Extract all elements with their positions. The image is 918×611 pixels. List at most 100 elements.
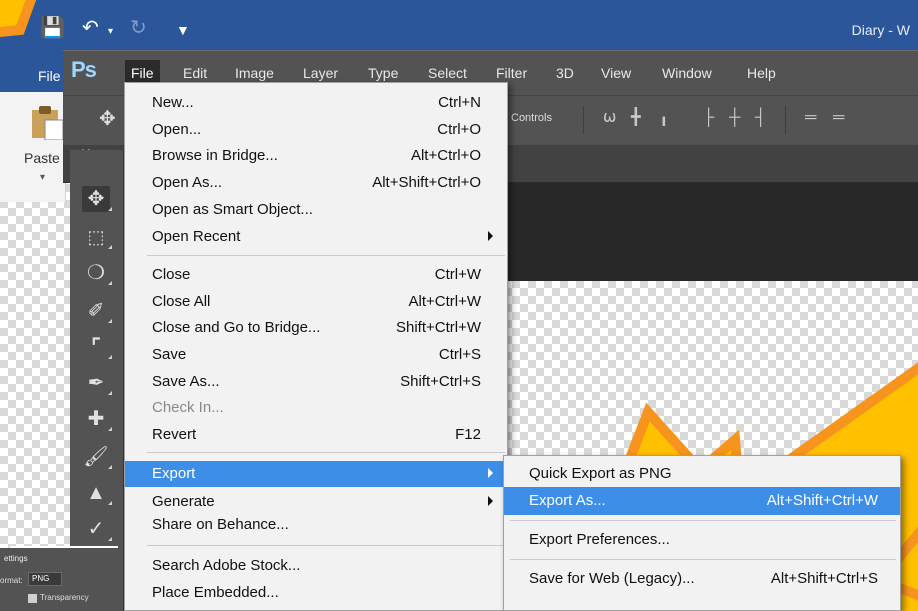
divider xyxy=(785,106,786,134)
menu-item-open[interactable]: Open... Ctrl+O xyxy=(125,117,507,143)
transparency-checkbox[interactable] xyxy=(28,594,37,603)
distribute-center-icon[interactable]: ═ xyxy=(833,110,844,126)
menu-item-search-adobe-stock[interactable]: Search Adobe Stock... xyxy=(125,553,507,579)
divider xyxy=(583,106,584,134)
tools-panel: ✥ ⬚ ❍ ✐ ⌜ ✒ ✚ 🖌 ▲ ✓ xyxy=(70,150,124,611)
menu-item-label: Check In... xyxy=(152,399,224,416)
menu-item-label: Save As... xyxy=(152,373,220,390)
menu-item-open-recent[interactable]: Open Recent xyxy=(125,224,507,250)
file-menu-dropdown: New... Ctrl+N Open... Ctrl+O Browse in B… xyxy=(124,82,508,611)
menu-item-shortcut: Ctrl+N xyxy=(438,94,481,111)
brush-tool-icon[interactable]: 🖌 xyxy=(82,444,112,470)
align-horizontal-center-icon[interactable]: ┼ xyxy=(729,110,740,126)
menu-3d[interactable]: 3D xyxy=(556,65,574,81)
menu-filter[interactable]: Filter xyxy=(496,65,527,81)
menu-item-label: Open... xyxy=(152,121,202,138)
menu-item-label: New... xyxy=(152,94,194,111)
menu-item-quick-export-as-png[interactable]: Quick Export as PNG xyxy=(504,460,900,488)
menu-item-close-and-go-to-bridge[interactable]: Close and Go to Bridge... Shift+Ctrl+W xyxy=(125,315,507,341)
menu-separator xyxy=(147,452,505,453)
menu-item-label: Export As... xyxy=(529,492,606,509)
show-transform-controls-label[interactable]: Controls xyxy=(511,112,552,124)
menu-item-label: Quick Export as PNG xyxy=(529,465,672,482)
menu-item-label: Export Preferences... xyxy=(529,531,670,548)
menu-item-shortcut: F12 xyxy=(455,426,481,443)
align-right-icon[interactable]: ┤ xyxy=(755,110,766,126)
clone-stamp-tool-icon[interactable]: ▲ xyxy=(82,480,112,506)
menu-item-label: Open as Smart Object... xyxy=(152,201,313,218)
menu-view[interactable]: View xyxy=(601,65,631,81)
menu-edit[interactable]: Edit xyxy=(183,65,207,81)
menu-item-save-as[interactable]: Save As... Shift+Ctrl+S xyxy=(125,369,507,395)
menu-item-open-as[interactable]: Open As... Alt+Shift+Ctrl+O xyxy=(125,170,507,196)
menu-item-new[interactable]: New... Ctrl+N xyxy=(125,90,507,116)
menu-item-close[interactable]: Close Ctrl+W xyxy=(125,262,507,288)
menu-item-revert[interactable]: Revert F12 xyxy=(125,422,507,448)
menu-item-browse-in-bridge[interactable]: Browse in Bridge... Alt+Ctrl+O xyxy=(125,143,507,169)
menu-item-export[interactable]: Export xyxy=(125,461,507,487)
menu-window[interactable]: Window xyxy=(662,65,712,81)
menu-item-share-on-behance[interactable]: Share on Behance... xyxy=(125,512,507,538)
submenu-arrow-icon xyxy=(488,231,493,241)
menu-item-label: Generate xyxy=(152,493,215,510)
menu-item-label: Open Recent xyxy=(152,228,241,245)
menu-item-place-embedded[interactable]: Place Embedded... xyxy=(125,580,507,606)
menu-item-export-preferences[interactable]: Export Preferences... xyxy=(504,526,900,554)
menu-item-label: Share on Behance... xyxy=(152,516,289,533)
format-label: ormat: xyxy=(0,576,23,585)
menu-layer[interactable]: Layer xyxy=(303,65,338,81)
menu-separator xyxy=(147,255,505,256)
menu-item-shortcut: Ctrl+S xyxy=(438,346,481,363)
menu-item-shortcut: Shift+Ctrl+S xyxy=(400,373,481,390)
menu-item-open-as-smart-object[interactable]: Open as Smart Object... xyxy=(125,197,507,223)
menu-item-save-for-web-legacy[interactable]: Save for Web (Legacy)... Alt+Shift+Ctrl+… xyxy=(504,565,900,593)
menu-item-shortcut: Alt+Ctrl+O xyxy=(410,147,481,164)
transparency-label: Transparency xyxy=(40,593,89,602)
menu-item-label: Browse in Bridge... xyxy=(152,147,278,164)
submenu-arrow-icon xyxy=(488,496,493,506)
menu-help[interactable]: Help xyxy=(747,65,776,81)
canvas-pasteboard xyxy=(506,183,918,281)
menu-item-label: Export xyxy=(152,465,196,482)
menu-item-label: Close All xyxy=(152,293,211,310)
marquee-tool-icon[interactable]: ⬚ xyxy=(82,224,112,250)
move-tool-icon[interactable]: ✥ xyxy=(82,186,112,212)
menu-item-label: Search Adobe Stock... xyxy=(152,557,301,574)
lasso-tool-icon[interactable]: ❍ xyxy=(82,260,112,286)
menu-item-export-as[interactable]: Export As... Alt+Shift+Ctrl+W xyxy=(504,487,900,515)
menu-separator xyxy=(147,545,505,546)
menu-item-shortcut: Ctrl+O xyxy=(437,121,481,138)
menu-item-shortcut: Alt+Shift+Ctrl+W xyxy=(766,492,878,509)
photoshop-logo: Ps xyxy=(71,57,97,82)
menu-item-label: Save xyxy=(152,346,187,363)
menu-item-shortcut: Alt+Shift+Ctrl+S xyxy=(770,570,878,587)
crop-tool-icon[interactable]: ⌜ xyxy=(82,334,112,360)
menu-image[interactable]: Image xyxy=(235,65,274,81)
history-brush-tool-icon[interactable]: ✓ xyxy=(82,516,112,542)
menu-type[interactable]: Type xyxy=(368,65,398,81)
quick-selection-tool-icon[interactable]: ✐ xyxy=(82,298,112,324)
align-top-icon[interactable]: ⍵ xyxy=(603,110,616,126)
menu-item-check-in: Check In... xyxy=(125,395,507,421)
menu-item-shortcut: Shift+Ctrl+W xyxy=(395,319,481,336)
menu-select[interactable]: Select xyxy=(428,65,467,81)
healing-brush-tool-icon[interactable]: ✚ xyxy=(82,406,112,432)
menu-item-label: Close and Go to Bridge... xyxy=(152,319,321,336)
menu-item-label: Save for Web (Legacy)... xyxy=(529,570,695,587)
move-tool-icon[interactable]: ✥ xyxy=(99,106,116,131)
align-bottom-icon[interactable]: ╻ xyxy=(659,110,669,126)
format-select[interactable]: PNG xyxy=(28,572,62,586)
submenu-arrow-icon xyxy=(488,468,493,478)
menu-item-save[interactable]: Save Ctrl+S xyxy=(125,342,507,368)
menu-item-label: Open As... xyxy=(152,174,223,191)
menu-item-shortcut: Alt+Shift+Ctrl+O xyxy=(372,174,481,191)
export-submenu: Quick Export as PNG Export As... Alt+Shi… xyxy=(503,455,901,611)
menu-item-label: Close xyxy=(152,266,191,283)
menu-item-label: Place Embedded... xyxy=(152,584,279,601)
menu-item-close-all[interactable]: Close All Alt+Ctrl+W xyxy=(125,289,507,315)
align-vertical-center-icon[interactable]: ╋ xyxy=(631,110,641,126)
settings-heading: ettings xyxy=(4,554,28,563)
eyedropper-tool-icon[interactable]: ✒ xyxy=(82,370,112,396)
distribute-top-icon[interactable]: ═ xyxy=(805,110,816,126)
align-left-icon[interactable]: ├ xyxy=(703,110,714,126)
